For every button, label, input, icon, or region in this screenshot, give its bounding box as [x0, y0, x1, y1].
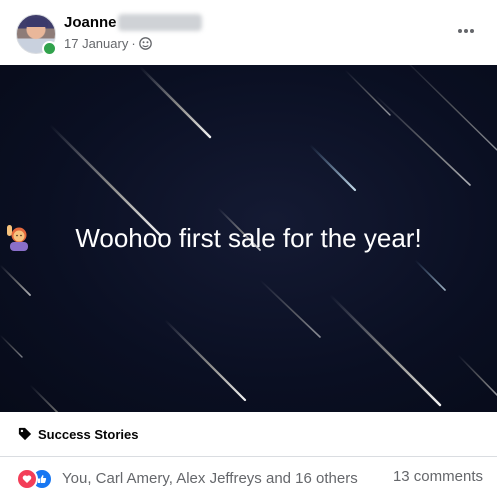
- comments-count[interactable]: 13 comments: [393, 468, 483, 485]
- post-date[interactable]: 17 January: [64, 36, 128, 51]
- online-status-indicator: [42, 41, 57, 56]
- post-media-caption: Woohoo first sale for the year!: [0, 223, 497, 254]
- person-raising-hand-emoji: [7, 225, 28, 251]
- post-reactions-bar: You, Carl Amery, Alex Jeffreys and 16 ot…: [0, 458, 497, 498]
- feed-post: Joanne 17 January · Woohoo first sale fo…: [0, 0, 497, 498]
- author-name[interactable]: Joanne: [64, 14, 117, 31]
- post-header: Joanne 17 January ·: [0, 0, 497, 64]
- more-options-icon: [458, 29, 474, 33]
- friends-icon[interactable]: [138, 37, 152, 50]
- reaction-icons[interactable]: [16, 468, 56, 490]
- topic-label: Success Stories: [38, 426, 139, 442]
- more-options-button[interactable]: [450, 17, 482, 45]
- meta-separator: ·: [131, 36, 136, 51]
- reactors-summary[interactable]: You, Carl Amery, Alex Jeffreys and 16 ot…: [62, 470, 358, 487]
- topic-chip[interactable]: Success Stories: [18, 427, 138, 442]
- love-icon: [16, 468, 38, 490]
- post-meta: 17 January ·: [64, 36, 152, 51]
- post-media[interactable]: Woohoo first sale for the year!: [0, 65, 497, 412]
- post-topic-row: Success Stories: [0, 412, 497, 457]
- author-surname-redacted: [118, 14, 202, 31]
- caption-text: Woohoo first sale for the year!: [75, 223, 422, 253]
- tag-icon: [18, 427, 32, 441]
